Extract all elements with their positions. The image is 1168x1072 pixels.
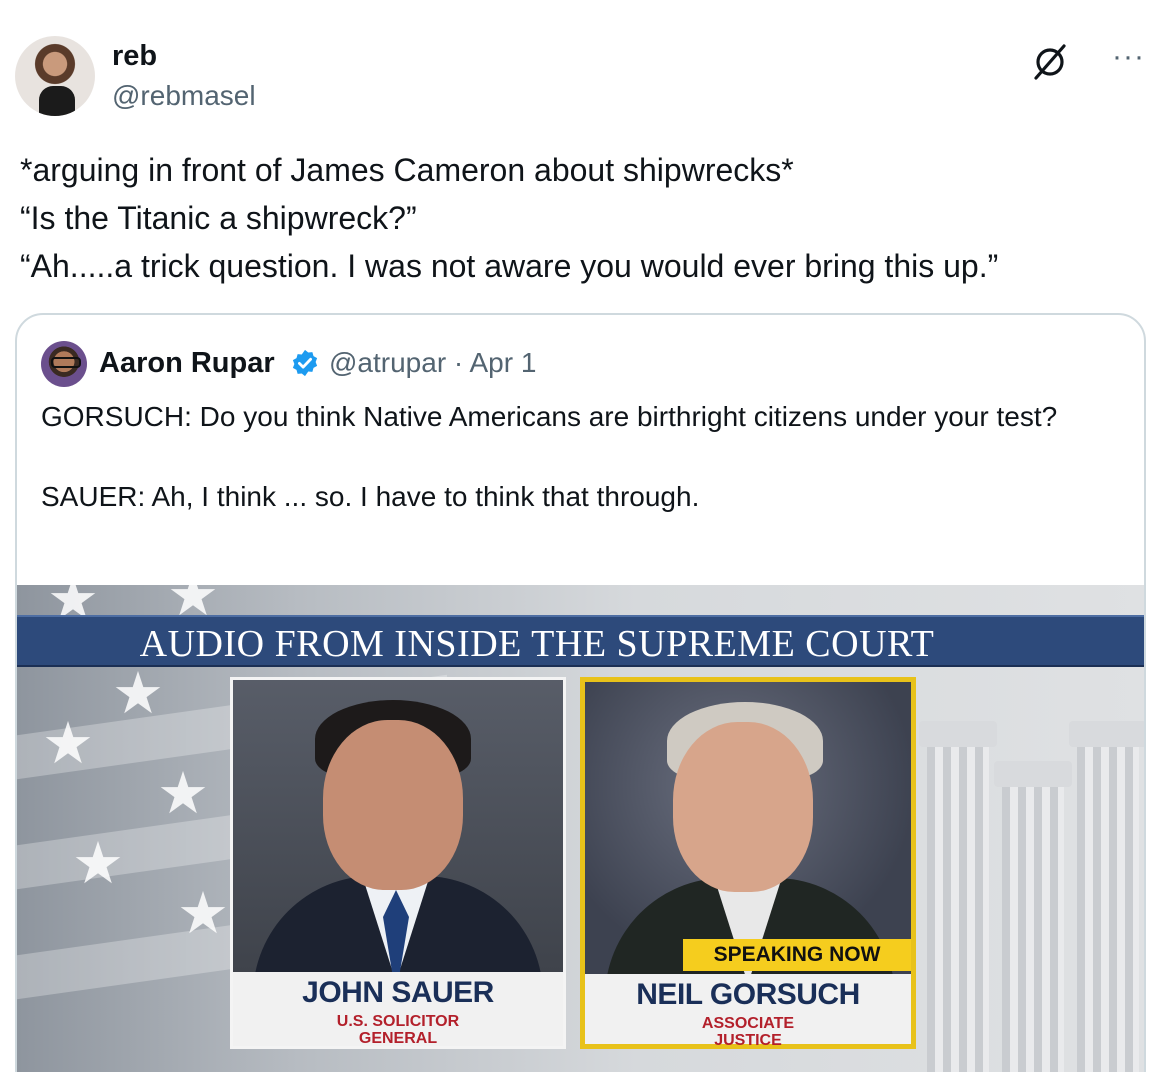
quoted-media-image[interactable]: ★ ★ ★ ★ ★ ★ ★ AUDIO FROM INSIDE THE SUPR… xyxy=(17,585,1144,1072)
column xyxy=(1069,721,1144,1072)
portrait: SPEAKING NOW xyxy=(585,682,911,974)
column xyxy=(994,761,1072,1072)
tweet-line: *arguing in front of James Cameron about… xyxy=(20,152,794,188)
author-handle[interactable]: @rebmasel xyxy=(112,80,256,112)
tweet-line: “Ah.....a trick question. I was not awar… xyxy=(20,248,999,284)
title-line: GENERAL xyxy=(358,1030,438,1047)
tweet-line: “Is the Titanic a shipwreck?” xyxy=(20,200,417,236)
person-title: U.S. SOLICITOR GENERAL xyxy=(233,1013,563,1047)
star-icon: ★ xyxy=(42,711,94,776)
person-title: ASSOCIATE JUSTICE xyxy=(585,1015,911,1049)
tweet-text: *arguing in front of James Cameron about… xyxy=(20,146,1140,290)
quoted-author-avatar[interactable] xyxy=(41,341,87,387)
star-icon: ★ xyxy=(177,881,229,946)
title-line: JUSTICE xyxy=(714,1032,782,1049)
quoted-text: GORSUCH: Do you think Native Americans a… xyxy=(41,397,1121,557)
quoted-tweet[interactable]: Aaron Rupar @atrupar · Apr 1 GORSUCH: Do… xyxy=(15,313,1146,1072)
star-icon: ★ xyxy=(72,831,124,896)
grok-icon[interactable] xyxy=(1030,42,1070,82)
news-banner: AUDIO FROM INSIDE THE SUPREME COURT xyxy=(17,615,1144,667)
quoted-meta: @atrupar · Apr 1 xyxy=(329,347,536,379)
portrait xyxy=(233,680,563,972)
verified-badge-icon xyxy=(292,349,318,377)
column xyxy=(919,721,997,1072)
quoted-date[interactable]: Apr 1 xyxy=(469,347,536,378)
more-options-icon[interactable]: ··· xyxy=(1112,40,1145,74)
title-line: ASSOCIATE xyxy=(701,1015,795,1032)
author-avatar[interactable] xyxy=(15,36,95,116)
quoted-paragraph: GORSUCH: Do you think Native Americans a… xyxy=(41,401,1058,432)
meta-separator: · xyxy=(453,347,470,378)
speaking-now-badge: SPEAKING NOW xyxy=(683,939,911,971)
banner-title: AUDIO FROM INSIDE THE SUPREME COURT xyxy=(139,623,935,665)
person-card-sauer: JOHN SAUER U.S. SOLICITOR GENERAL xyxy=(230,677,566,1049)
quoted-paragraph: SAUER: Ah, I think ... so. I have to thi… xyxy=(41,481,700,512)
star-icon: ★ xyxy=(112,661,164,726)
person-card-gorsuch: SPEAKING NOW NEIL GORSUCH ASSOCIATE JUST… xyxy=(580,677,916,1049)
person-name: JOHN SAUER xyxy=(302,976,494,1009)
author-name[interactable]: reb xyxy=(112,40,157,73)
title-line: U.S. SOLICITOR xyxy=(336,1013,460,1030)
star-icon: ★ xyxy=(157,761,209,826)
quoted-author-name[interactable]: Aaron Rupar xyxy=(99,347,275,380)
quoted-author-handle[interactable]: @atrupar xyxy=(329,347,446,378)
person-name: NEIL GORSUCH xyxy=(636,978,860,1011)
